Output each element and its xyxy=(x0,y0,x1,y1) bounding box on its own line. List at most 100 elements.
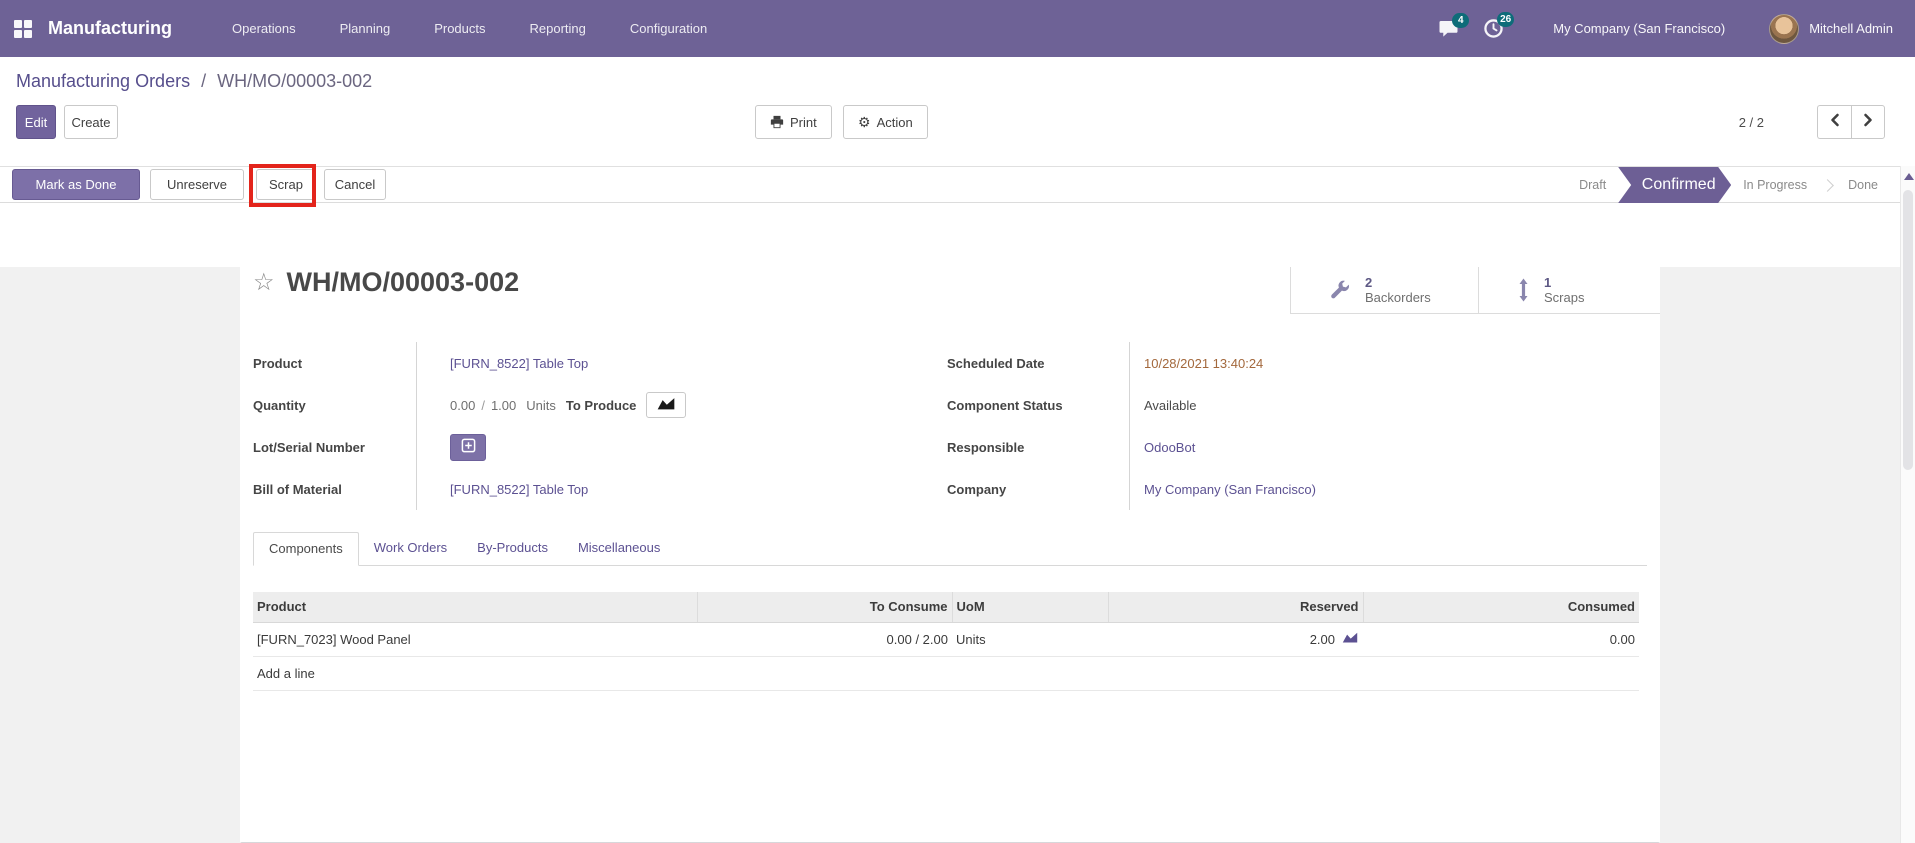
tab-by-products[interactable]: By-Products xyxy=(462,532,563,565)
odoo-manufacturing-order-form: Manufacturing Operations Planning Produc… xyxy=(0,0,1915,843)
notebook-tabs: Components Work Orders By-Products Misce… xyxy=(253,532,1647,566)
cell-uom[interactable]: Units xyxy=(952,622,1108,657)
forecast-chart-icon[interactable] xyxy=(1341,631,1359,647)
mark-as-done-button[interactable]: Mark as Done xyxy=(12,169,140,200)
column-header-reserved[interactable]: Reserved xyxy=(1107,592,1363,623)
state-done[interactable]: Done xyxy=(1836,178,1890,192)
column-header-to-consume[interactable]: To Consume xyxy=(696,592,952,623)
reserved-value: 2.00 xyxy=(1309,631,1335,647)
chevron-left-icon xyxy=(1829,113,1841,132)
menu-operations[interactable]: Operations xyxy=(232,21,296,36)
pager-counter: 2 / 2 xyxy=(1738,114,1764,130)
tab-miscellaneous[interactable]: Miscellaneous xyxy=(563,532,675,565)
state-in-progress[interactable]: In Progress xyxy=(1731,178,1819,192)
quantity-forecast-button[interactable] xyxy=(646,392,687,418)
breadcrumb-separator: / xyxy=(201,71,207,91)
breadcrumb: Manufacturing Orders / WH/MO/00003-002 xyxy=(16,71,1915,92)
favorite-star-icon[interactable]: ☆ xyxy=(253,270,275,295)
quantity-uom: Units xyxy=(526,397,556,413)
action-button[interactable]: ⚙ Action xyxy=(843,105,928,139)
product-field-value[interactable]: [FURN_8522] Table Top xyxy=(450,356,588,371)
breadcrumb-parent[interactable]: Manufacturing Orders xyxy=(16,71,190,91)
scrap-button[interactable]: Scrap xyxy=(256,169,316,200)
company-field-label: Company xyxy=(947,468,1130,510)
messages-button[interactable]: 4 xyxy=(1439,12,1470,38)
column-header-uom[interactable]: UoM xyxy=(951,592,1108,623)
table-header-row: Product To Consume UoM Reserved Consumed xyxy=(253,592,1639,623)
tab-work-orders[interactable]: Work Orders xyxy=(359,532,462,565)
status-pipeline: Draft Confirmed In Progress Done xyxy=(1567,167,1890,203)
chevron-right-icon xyxy=(1862,113,1874,132)
edit-button[interactable]: Edit xyxy=(16,105,56,139)
company-switcher[interactable]: My Company (San Francisco) xyxy=(1553,21,1725,36)
add-line-row: Add a line xyxy=(253,656,1639,691)
cell-consumed[interactable]: 0.00 xyxy=(1363,622,1639,657)
print-label: Print xyxy=(790,114,817,130)
menu-planning[interactable]: Planning xyxy=(340,21,391,36)
pager-previous-button[interactable] xyxy=(1817,105,1851,139)
activities-button[interactable]: 26 xyxy=(1484,12,1515,38)
pager xyxy=(1817,105,1885,139)
user-avatar[interactable] xyxy=(1769,13,1800,44)
create-button[interactable]: Create xyxy=(64,105,118,139)
component-status-field-label: Component Status xyxy=(947,384,1130,426)
backorders-label: Backorders xyxy=(1365,290,1431,305)
bom-field-value[interactable]: [FURN_8522] Table Top xyxy=(450,482,588,497)
cell-to-consume[interactable]: 0.00 / 2.00 xyxy=(697,622,952,657)
scrollbar-thumb[interactable] xyxy=(1903,190,1913,470)
scraps-label: Scraps xyxy=(1544,290,1585,305)
column-header-consumed[interactable]: Consumed xyxy=(1362,592,1639,623)
action-label: Action xyxy=(876,114,913,130)
stat-button-box: 2 Backorders 1 Scraps xyxy=(1290,267,1660,314)
quantity-separator: / xyxy=(481,397,485,413)
page-title: WH/MO/00003-002 xyxy=(286,267,520,297)
table-row[interactable]: [FURN_7023] Wood Panel 0.00 / 2.00 Units… xyxy=(253,622,1639,657)
bom-field-label: Bill of Material xyxy=(253,468,417,510)
quantity-produced: 0.00 xyxy=(450,397,476,413)
cell-product[interactable]: [FURN_7023] Wood Panel xyxy=(253,622,697,657)
scheduled-date-field-label: Scheduled Date xyxy=(947,342,1130,384)
pager-next-button[interactable] xyxy=(1851,105,1885,139)
state-confirmed[interactable]: Confirmed xyxy=(1618,167,1731,203)
menu-configuration[interactable]: Configuration xyxy=(630,21,707,36)
backorders-stat-button[interactable]: 2 Backorders xyxy=(1290,267,1478,314)
unreserve-button[interactable]: Unreserve xyxy=(150,169,244,200)
activities-badge: 26 xyxy=(1497,12,1515,27)
to-produce-label: To Produce xyxy=(565,397,637,413)
top-navbar: Manufacturing Operations Planning Produc… xyxy=(0,0,1915,57)
arrows-vertical-icon xyxy=(1517,278,1530,302)
printer-icon xyxy=(770,115,784,129)
company-field-value[interactable]: My Company (San Francisco) xyxy=(1144,482,1316,497)
statusbar: Mark as Done Unreserve Scrap Cancel Draf… xyxy=(0,164,1915,207)
cell-reserved[interactable]: 2.00 xyxy=(1108,622,1363,657)
print-button[interactable]: Print xyxy=(755,105,832,139)
state-draft[interactable]: Draft xyxy=(1567,178,1618,192)
app-name[interactable]: Manufacturing xyxy=(48,18,172,39)
scraps-count: 1 xyxy=(1544,275,1552,290)
user-menu[interactable]: Mitchell Admin xyxy=(1809,21,1893,36)
menu-reporting[interactable]: Reporting xyxy=(530,21,586,36)
navbar-right: 4 26 My Company (San Francisco) Mitchell… xyxy=(1439,0,1915,57)
vertical-scrollbar[interactable] xyxy=(1900,166,1915,843)
menu-products[interactable]: Products xyxy=(434,21,485,36)
responsible-field-label: Responsible xyxy=(947,426,1130,468)
state-separator-chevron-icon xyxy=(1821,178,1834,192)
assign-lot-button[interactable] xyxy=(450,433,486,461)
lot-serial-field-label: Lot/Serial Number xyxy=(253,426,417,468)
scroll-up-arrow-icon[interactable] xyxy=(1904,173,1914,180)
cancel-button[interactable]: Cancel xyxy=(324,169,386,200)
gear-icon: ⚙ xyxy=(858,114,871,130)
scheduled-date-field-value: 10/28/2021 13:40:24 xyxy=(1144,355,1264,371)
column-header-product[interactable]: Product xyxy=(253,592,697,623)
control-panel-buttons: Edit Create Print ⚙ Action 2 / 2 xyxy=(16,105,1915,139)
component-status-field-value: Available xyxy=(1144,397,1197,413)
wrench-icon xyxy=(1329,279,1351,301)
responsible-field-value[interactable]: OdooBot xyxy=(1144,440,1195,455)
add-a-line-link[interactable]: Add a line xyxy=(253,656,1639,691)
apps-menu-icon[interactable] xyxy=(14,19,32,38)
quantity-field-label: Quantity xyxy=(253,384,417,426)
tab-components[interactable]: Components xyxy=(253,532,359,566)
scraps-stat-button[interactable]: 1 Scraps xyxy=(1478,267,1660,314)
product-field-label: Product xyxy=(253,342,417,384)
plus-square-icon xyxy=(461,438,476,456)
